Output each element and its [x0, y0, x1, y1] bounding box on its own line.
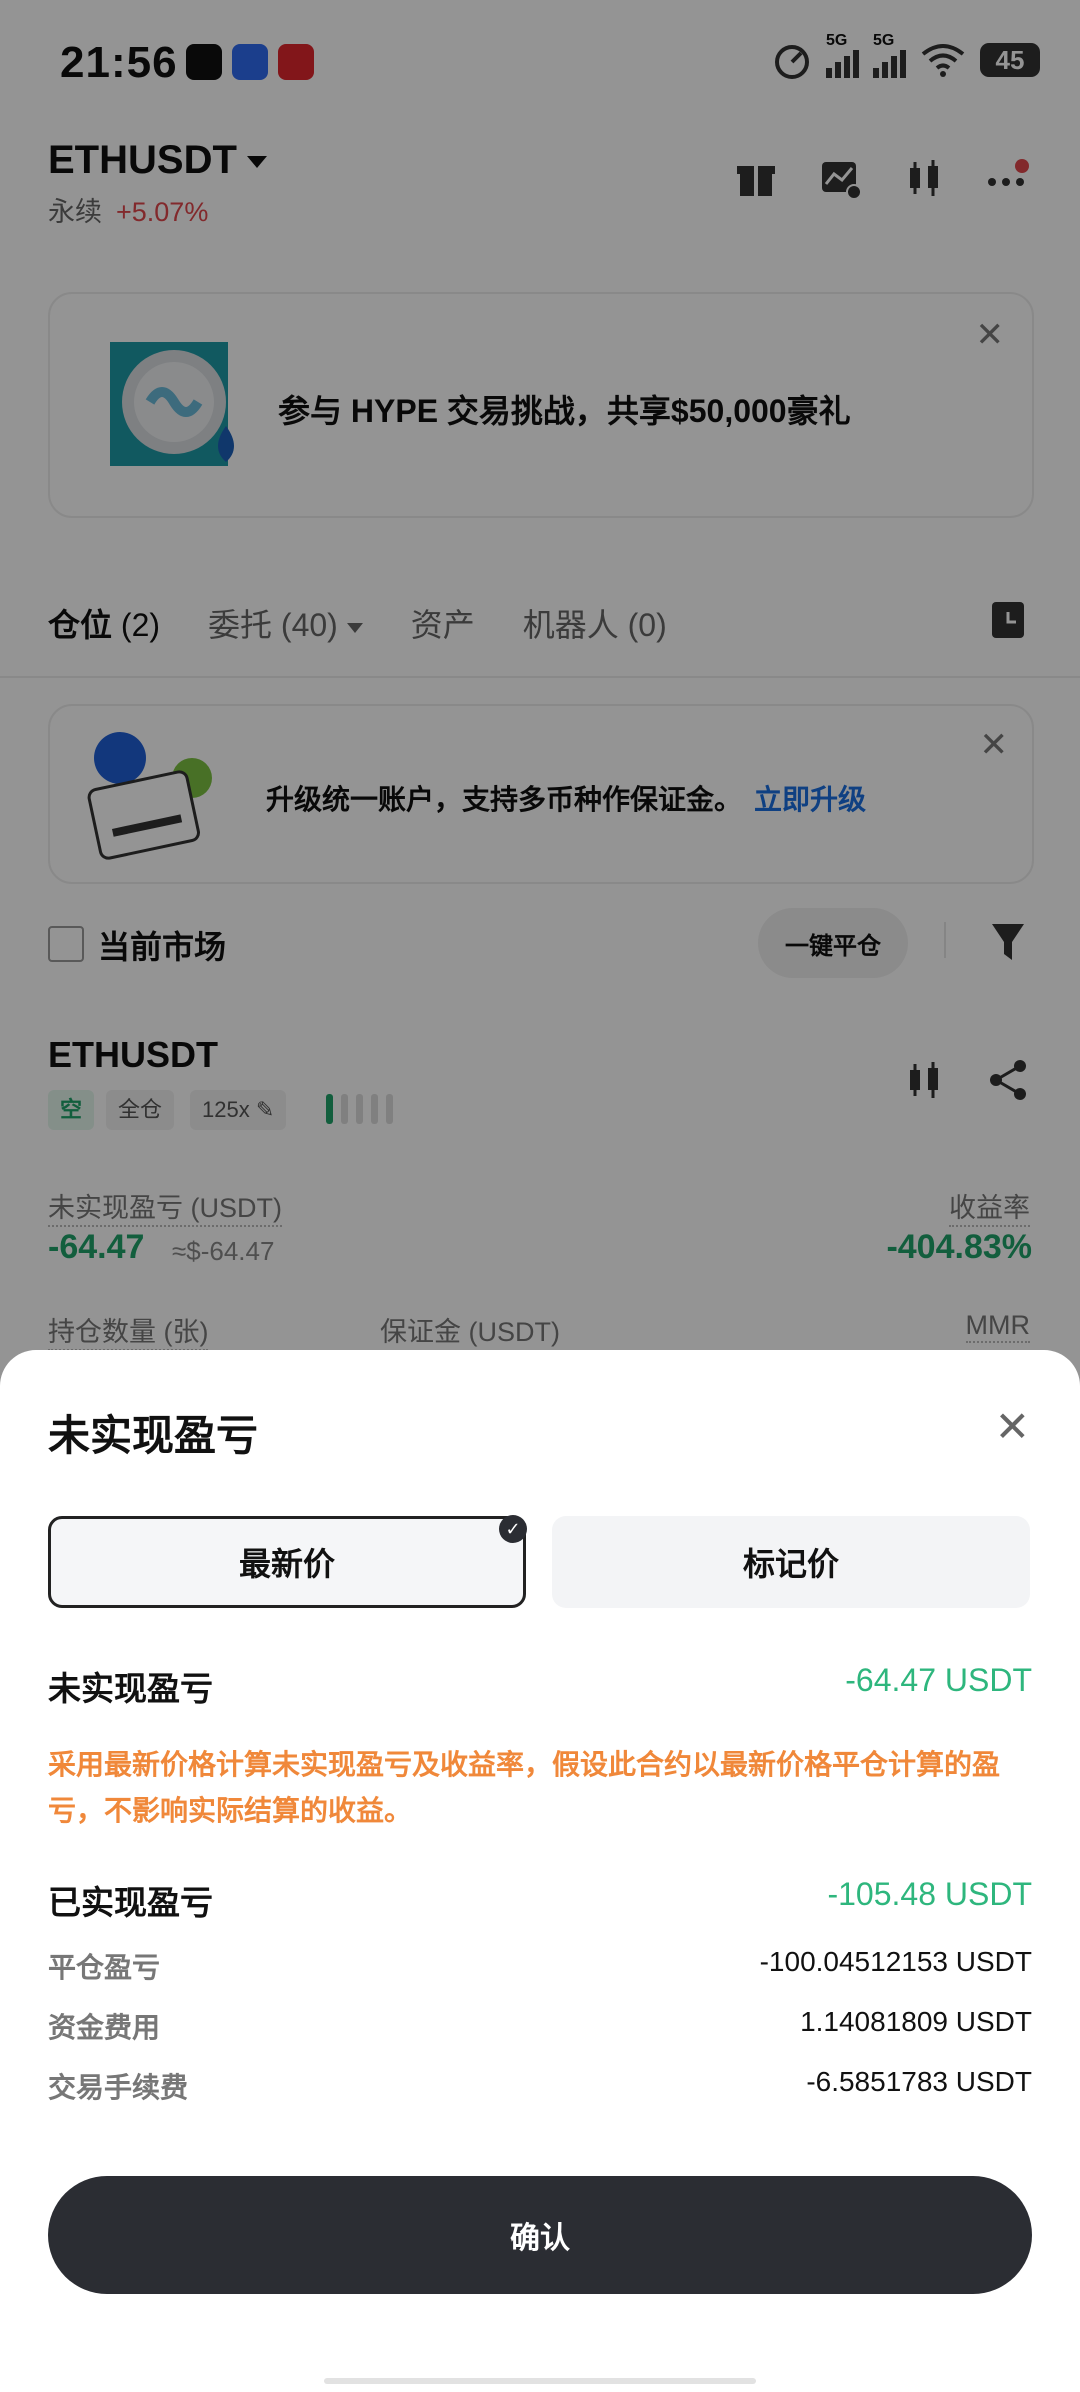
- close-pnl-label: 平仓盈亏: [48, 1952, 161, 1983]
- confirm-button[interactable]: 确认: [48, 2176, 1032, 2294]
- unrealized-pnl-sheet: 未实现盈亏 ✕ 最新价 ✓ 标记价 未实现盈亏 -64.47 USDT 采用最新…: [0, 1350, 1080, 2392]
- close-pnl-value: -100.04512153 USDT: [759, 1946, 1032, 1977]
- latest-price-label: 最新价: [238, 1546, 335, 1582]
- realized-pnl-label: 已实现盈亏: [48, 1884, 213, 1921]
- trading-fee-label: 交易手续费: [48, 2072, 189, 2103]
- home-indicator: [324, 2378, 756, 2384]
- calculation-note: 采用最新价格计算未实现盈亏及收益率，假设此合约以最新价格平仓计算的盈亏，不影响实…: [48, 1749, 1001, 1826]
- funding-fee-value: 1.14081809 USDT: [800, 2006, 1032, 2037]
- unrealized-pnl-label: 未实现盈亏: [48, 1670, 213, 1707]
- funding-fee-label: 资金费用: [48, 2012, 161, 2043]
- mark-price-option[interactable]: 标记价: [552, 1516, 1030, 1608]
- sheet-title: 未实现盈亏: [48, 1412, 259, 1459]
- trading-fee-value: -6.5851783 USDT: [806, 2066, 1032, 2097]
- check-icon: ✓: [499, 1515, 527, 1543]
- close-icon[interactable]: ✕: [995, 1406, 1030, 1448]
- realized-pnl-value: -105.48 USDT: [827, 1876, 1032, 1912]
- latest-price-option[interactable]: 最新价 ✓: [48, 1515, 527, 1608]
- unrealized-pnl-value: -64.47 USDT: [845, 1662, 1032, 1698]
